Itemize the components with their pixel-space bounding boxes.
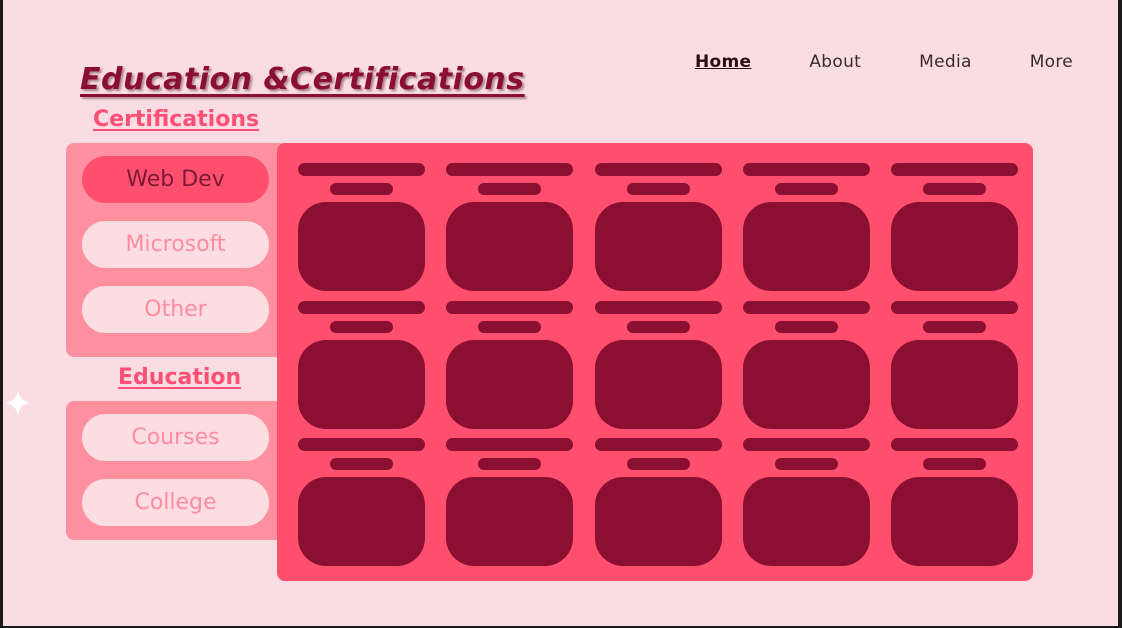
certificate-card[interactable] [742, 163, 870, 291]
card-subtitle-placeholder [626, 458, 690, 470]
certificate-card[interactable] [742, 438, 870, 566]
courses-button[interactable]: Courses [82, 414, 269, 461]
card-image-placeholder[interactable] [742, 202, 870, 291]
nav-home-link[interactable]: Home [695, 52, 751, 72]
certificate-card[interactable] [891, 300, 1019, 429]
sparkle-icon [5, 390, 31, 416]
card-subtitle-placeholder [774, 183, 838, 195]
certifications-filter-panel: Web Dev Microsoft Other [66, 143, 287, 357]
certificate-card[interactable] [446, 163, 574, 291]
card-subtitle-placeholder [774, 320, 838, 333]
certificate-card[interactable] [891, 438, 1019, 566]
card-subtitle-placeholder [330, 183, 393, 195]
card-image-placeholder[interactable] [594, 202, 722, 291]
page: Home About Media More Education &Certifi… [3, 0, 1118, 626]
card-image-placeholder[interactable] [594, 339, 722, 429]
card-subtitle-placeholder [923, 183, 987, 195]
college-button[interactable]: College [82, 479, 269, 526]
card-image-placeholder[interactable] [742, 339, 870, 429]
certificate-card[interactable] [891, 163, 1019, 291]
certificate-card[interactable] [594, 300, 722, 429]
card-title-placeholder [298, 300, 425, 314]
card-subtitle-placeholder [923, 458, 987, 470]
card-image-placeholder[interactable] [446, 339, 574, 429]
certificate-card[interactable] [446, 300, 574, 429]
card-title-placeholder [891, 300, 1019, 314]
education-heading: Education [118, 365, 242, 390]
card-image-placeholder[interactable] [891, 202, 1019, 291]
certificate-card[interactable] [594, 438, 722, 566]
microsoft-button[interactable]: Microsoft [82, 221, 269, 268]
card-subtitle-placeholder [923, 320, 987, 333]
card-title-placeholder [446, 163, 574, 176]
card-subtitle-placeholder [626, 320, 690, 333]
card-image-placeholder[interactable] [298, 339, 425, 429]
card-title-placeholder [594, 300, 722, 314]
certifications-heading: Certifications [93, 107, 260, 132]
card-title-placeholder [298, 438, 425, 451]
card-image-placeholder[interactable] [594, 477, 722, 566]
card-subtitle-placeholder [478, 320, 542, 333]
card-title-placeholder [742, 438, 870, 451]
education-filter-panel: Courses College [66, 401, 287, 540]
card-title-placeholder [742, 163, 870, 176]
card-image-placeholder[interactable] [298, 477, 425, 566]
certificate-grid [277, 143, 1033, 581]
other-button[interactable]: Other [82, 286, 269, 333]
card-title-placeholder [446, 300, 574, 314]
certificate-card[interactable] [298, 163, 425, 291]
card-title-placeholder [594, 438, 722, 451]
card-subtitle-placeholder [626, 183, 690, 195]
card-title-placeholder [891, 438, 1019, 451]
nav-media-link[interactable]: Media [919, 52, 972, 72]
card-subtitle-placeholder [478, 183, 542, 195]
certificate-card[interactable] [298, 300, 425, 429]
certificate-card[interactable] [742, 300, 870, 429]
web-dev-button[interactable]: Web Dev [82, 156, 269, 203]
card-title-placeholder [446, 438, 574, 451]
card-title-placeholder [594, 163, 722, 176]
card-image-placeholder[interactable] [298, 202, 425, 291]
certificate-card[interactable] [298, 438, 425, 566]
top-nav: Home About Media More [695, 52, 1073, 72]
card-image-placeholder[interactable] [891, 339, 1019, 429]
card-title-placeholder [891, 163, 1019, 176]
card-subtitle-placeholder [330, 458, 393, 470]
certificate-card[interactable] [446, 438, 574, 566]
card-title-placeholder [742, 300, 870, 314]
card-subtitle-placeholder [330, 320, 393, 333]
nav-about-link[interactable]: About [809, 52, 861, 72]
card-subtitle-placeholder [478, 458, 542, 470]
page-title: Education &Certifications [80, 62, 525, 97]
nav-more-link[interactable]: More [1030, 52, 1073, 72]
card-image-placeholder[interactable] [742, 477, 870, 566]
certificate-card[interactable] [594, 163, 722, 291]
card-image-placeholder[interactable] [446, 202, 574, 291]
card-subtitle-placeholder [774, 458, 838, 470]
card-image-placeholder[interactable] [891, 477, 1019, 566]
card-image-placeholder[interactable] [446, 477, 574, 566]
card-title-placeholder [298, 163, 425, 176]
